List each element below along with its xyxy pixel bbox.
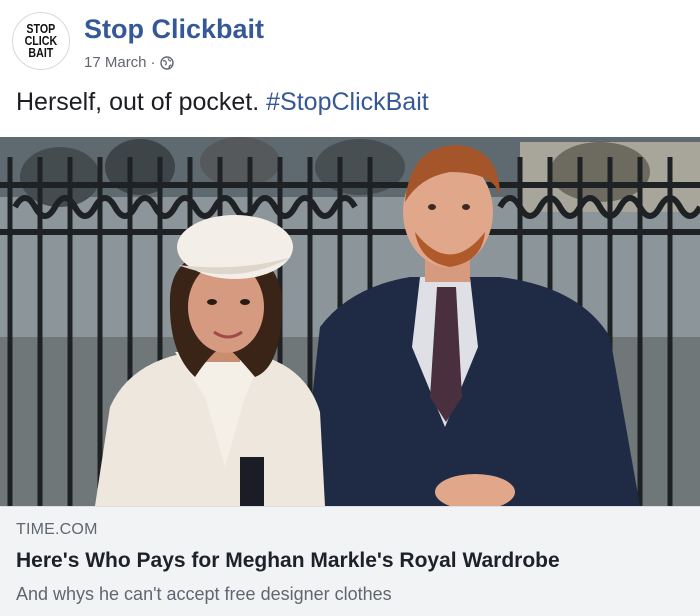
globe-icon[interactable] <box>159 55 174 70</box>
link-title[interactable]: Here's Who Pays for Meghan Markle's Roya… <box>16 549 560 573</box>
logo-line: BAIT <box>28 45 54 60</box>
page-name-link[interactable]: Stop Clickbait <box>84 14 264 45</box>
post-caption: Herself, out of pocket. #StopClickBait <box>16 88 429 117</box>
post-date[interactable]: 17 March <box>84 54 147 71</box>
post-meta: 17 March · <box>84 54 174 71</box>
meta-separator: · <box>150 54 156 71</box>
post-photo[interactable] <box>0 137 700 506</box>
post-header: STOP CLICK BAIT Stop Clickbait 17 March … <box>0 0 700 82</box>
facebook-post: STOP CLICK BAIT Stop Clickbait 17 March … <box>0 0 700 616</box>
caption-text: Herself, out of pocket. <box>16 88 260 116</box>
page-avatar[interactable]: STOP CLICK BAIT <box>12 12 70 70</box>
stop-clickbait-logo: STOP CLICK BAIT <box>25 22 58 60</box>
link-description: And whys he can't accept free designer c… <box>16 584 392 604</box>
link-domain: TIME.COM <box>16 521 98 538</box>
hashtag-link[interactable]: #StopClickBait <box>266 88 429 116</box>
link-preview[interactable]: TIME.COM Here's Who Pays for Meghan Mark… <box>0 506 700 616</box>
